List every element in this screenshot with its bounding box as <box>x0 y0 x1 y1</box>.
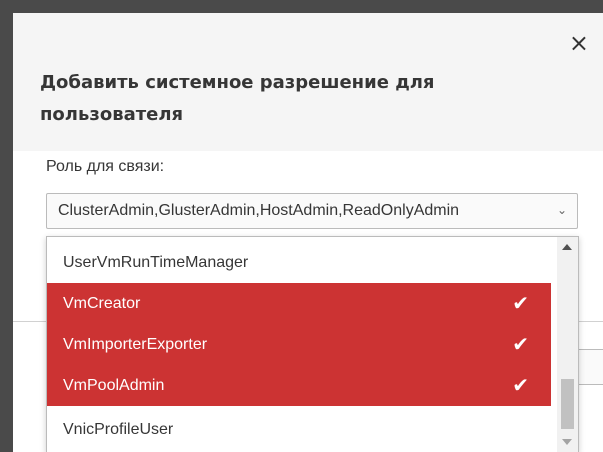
list-item[interactable]: UserVmRunTimeManager <box>47 242 551 283</box>
scrollbar-thumb[interactable] <box>561 379 574 429</box>
scroll-down-arrow-icon[interactable] <box>562 439 572 445</box>
option-label: UserVmRunTimeManager <box>63 254 249 271</box>
role-label: Роль для связи: <box>46 158 165 175</box>
chevron-down-icon[interactable]: ⌄ <box>557 203 567 217</box>
checkmark-icon: ✔ <box>512 373 529 397</box>
option-label: VmCreator <box>63 295 141 312</box>
option-label: VmImporterExporter <box>63 336 208 353</box>
option-label: VnicProfileUser <box>63 421 174 438</box>
dialog-header: Добавить системное разрешение для пользо… <box>13 13 603 151</box>
checkmark-icon: ✔ <box>512 332 529 356</box>
dialog-title: Добавить системное разрешение для пользо… <box>40 72 435 125</box>
list-item[interactable]: VmImporterExporter ✔ <box>47 324 551 365</box>
role-dropdown-list[interactable]: UserVmRunTimeManager VmCreator ✔ VmImpor… <box>46 236 579 452</box>
list-item[interactable]: VnicProfileUser <box>47 409 551 450</box>
list-item[interactable]: VmPoolAdmin ✔ <box>47 365 551 406</box>
role-select[interactable]: ClusterAdmin,GlusterAdmin,HostAdmin,Read… <box>46 193 578 229</box>
scrollbar[interactable] <box>557 237 578 452</box>
role-select-value: ClusterAdmin,GlusterAdmin,HostAdmin,Read… <box>58 202 460 219</box>
scroll-up-arrow-icon[interactable] <box>562 244 572 250</box>
option-label: VmPoolAdmin <box>63 377 165 394</box>
checkmark-icon: ✔ <box>512 291 529 315</box>
close-icon[interactable]: × <box>569 31 589 55</box>
list-item[interactable]: VmCreator ✔ <box>47 283 551 324</box>
